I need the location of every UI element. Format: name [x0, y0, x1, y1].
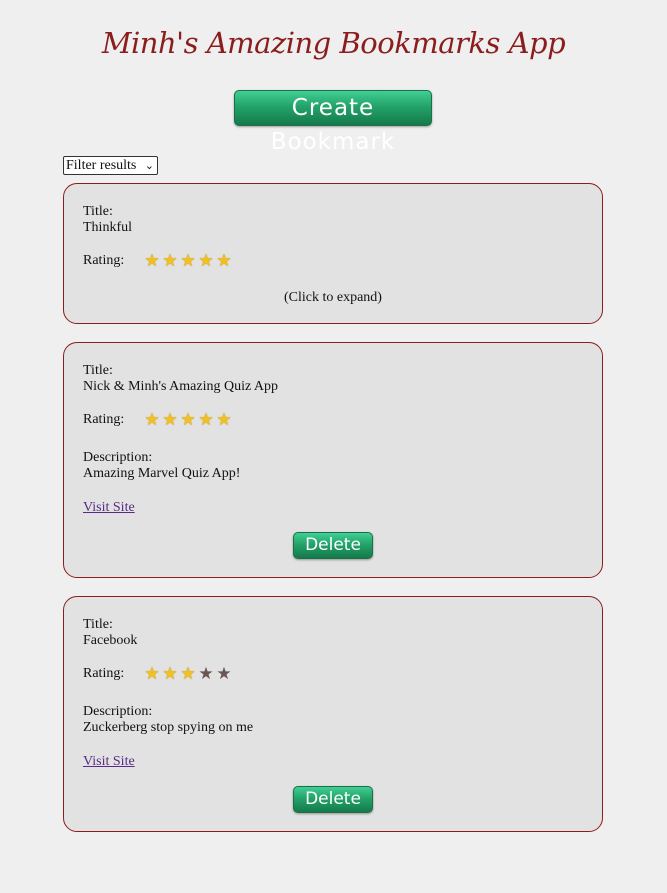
delete-button[interactable]: Delete	[293, 532, 373, 559]
star-filled-icon: ★	[162, 664, 178, 684]
star-filled-icon: ★	[198, 251, 214, 271]
star-filled-icon: ★	[180, 410, 196, 430]
rating-row: Rating: ★ ★ ★ ★ ★	[83, 664, 233, 684]
title-label: Title:	[83, 363, 113, 378]
bookmark-description: Zuckerberg stop spying on me	[83, 720, 254, 735]
chevron-down-icon: ⌄	[144, 159, 154, 172]
expand-hint[interactable]: (Click to expand)	[64, 290, 602, 306]
star-filled-icon: ★	[162, 410, 178, 430]
star-filled-icon: ★	[144, 664, 160, 684]
star-empty-icon: ★	[198, 664, 214, 684]
star-filled-icon: ★	[144, 410, 160, 430]
bookmark-card: Title: Facebook Rating: ★ ★ ★ ★ ★ Descriptio…	[63, 596, 603, 832]
description-label: Description:	[83, 704, 153, 719]
star-filled-icon: ★	[216, 251, 232, 271]
app-title: Minh's Amazing Bookmarks App	[101, 26, 566, 60]
star-filled-icon: ★	[180, 251, 196, 271]
filter-select[interactable]: Filter results ⌄	[63, 156, 158, 175]
bookmark-card[interactable]: Title: Thinkful Rating: ★ ★ ★ ★ ★ (Click to …	[63, 183, 603, 324]
visit-site-link[interactable]: Visit Site	[83, 754, 135, 770]
star-filled-icon: ★	[162, 251, 178, 271]
rating-stars: ★ ★ ★ ★ ★	[143, 664, 233, 684]
title-label: Title:	[83, 617, 113, 632]
star-filled-icon: ★	[198, 410, 214, 430]
bookmark-description: Amazing Marvel Quiz App!	[83, 466, 241, 481]
filter-select-value: Filter results	[66, 158, 137, 173]
rating-row: Rating: ★ ★ ★ ★ ★	[83, 251, 233, 271]
bookmark-card: Title: Nick & Minh's Amazing Quiz App Ra…	[63, 342, 603, 578]
bookmark-title: Facebook	[83, 633, 138, 648]
bookmark-title: Nick & Minh's Amazing Quiz App	[83, 379, 279, 394]
star-filled-icon: ★	[216, 410, 232, 430]
rating-label: Rating:	[83, 666, 125, 681]
rating-row: Rating: ★ ★ ★ ★ ★	[83, 410, 233, 430]
rating-stars: ★ ★ ★ ★ ★	[143, 410, 233, 430]
star-filled-icon: ★	[144, 251, 160, 271]
star-filled-icon: ★	[180, 664, 196, 684]
create-bookmark-button[interactable]: Create Bookmark	[234, 90, 432, 155]
star-empty-icon: ★	[216, 664, 232, 684]
visit-site-link[interactable]: Visit Site	[83, 500, 135, 516]
title-label: Title:	[83, 204, 113, 219]
rating-label: Rating:	[83, 412, 125, 427]
bookmark-title: Thinkful	[83, 220, 132, 235]
rating-stars: ★ ★ ★ ★ ★	[143, 251, 233, 271]
description-label: Description:	[83, 450, 153, 465]
rating-label: Rating:	[83, 253, 125, 268]
delete-button[interactable]: Delete	[293, 786, 373, 813]
